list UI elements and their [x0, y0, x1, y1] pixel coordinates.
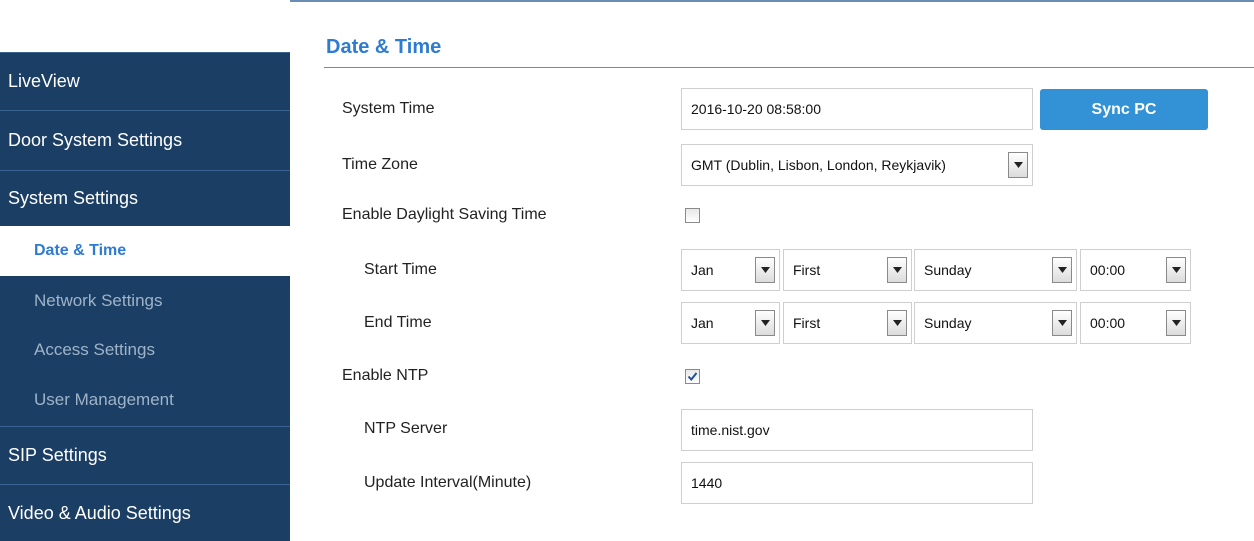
- end-week-select[interactable]: First: [783, 302, 912, 344]
- start-month-value: Jan: [691, 262, 714, 278]
- start-week-value: First: [793, 262, 821, 278]
- system-time-label: System Time: [342, 100, 435, 117]
- sidebar-item-label: SIP Settings: [8, 445, 107, 465]
- chevron-down-icon[interactable]: [887, 257, 907, 283]
- sidebar-item-system-settings[interactable]: System Settings: [0, 170, 290, 226]
- start-week-select[interactable]: First: [783, 249, 912, 291]
- ntp-server-field[interactable]: time.nist.gov: [681, 409, 1033, 451]
- chevron-down-icon[interactable]: [1052, 310, 1072, 336]
- time-zone-label: Time Zone: [342, 156, 418, 173]
- sidebar-item-label: Date & Time: [34, 242, 127, 259]
- end-week-value: First: [793, 315, 821, 331]
- sidebar-item-door-system-settings[interactable]: Door System Settings: [0, 110, 290, 170]
- time-zone-value: GMT (Dublin, Lisbon, London, Reykjavik): [691, 157, 946, 173]
- chevron-down-icon[interactable]: [1008, 152, 1028, 178]
- ntp-checkbox[interactable]: [685, 369, 700, 384]
- end-day-select[interactable]: Sunday: [914, 302, 1077, 344]
- chevron-down-icon[interactable]: [755, 310, 775, 336]
- ntp-server-label: NTP Server: [364, 420, 448, 437]
- sidebar-item-user-management[interactable]: User Management: [0, 374, 290, 426]
- chevron-down-icon[interactable]: [755, 257, 775, 283]
- title-divider: [324, 67, 1254, 68]
- sidebar-item-label: System Settings: [8, 188, 139, 208]
- check-icon: [687, 372, 698, 382]
- start-day-select[interactable]: Sunday: [914, 249, 1077, 291]
- sidebar-item-label: LiveView: [8, 71, 80, 91]
- dst-label: Enable Daylight Saving Time: [342, 206, 547, 223]
- dst-checkbox[interactable]: [685, 208, 700, 223]
- end-time-select[interactable]: 00:00: [1080, 302, 1191, 344]
- end-month-value: Jan: [691, 315, 714, 331]
- sidebar-item-sip-settings[interactable]: SIP Settings: [0, 426, 290, 484]
- sidebar-item-label: Video & Audio Settings: [8, 502, 191, 523]
- sync-pc-button[interactable]: Sync PC: [1040, 89, 1208, 130]
- start-time-value: 00:00: [1090, 262, 1126, 278]
- end-month-select[interactable]: Jan: [681, 302, 780, 344]
- chevron-down-icon[interactable]: [887, 310, 907, 336]
- sidebar-item-label: Access Settings: [34, 340, 155, 359]
- sidebar: LiveView Door System Settings System Set…: [0, 0, 290, 541]
- end-day-value: Sunday: [924, 315, 972, 331]
- sidebar-item-video-audio-settings[interactable]: Video & Audio Settings: [0, 484, 290, 541]
- start-time-label: Start Time: [364, 261, 437, 278]
- time-zone-select[interactable]: GMT (Dublin, Lisbon, London, Reykjavik): [681, 144, 1033, 186]
- sidebar-item-liveview[interactable]: LiveView: [0, 52, 290, 110]
- sidebar-item-access-settings[interactable]: Access Settings: [0, 326, 290, 374]
- sidebar-item-label: User Management: [34, 390, 174, 409]
- start-month-select[interactable]: Jan: [681, 249, 780, 291]
- end-time-value: 00:00: [1090, 315, 1126, 331]
- page-title: Date & Time: [326, 36, 442, 58]
- sidebar-item-label: Door System Settings: [8, 130, 183, 150]
- sidebar-item-label: Network Settings: [34, 291, 163, 310]
- start-time-select[interactable]: 00:00: [1080, 249, 1191, 291]
- sidebar-item-date-time[interactable]: Date & Time: [0, 226, 290, 276]
- end-time-label: End Time: [364, 314, 432, 331]
- sidebar-item-network-settings[interactable]: Network Settings: [0, 276, 290, 326]
- chevron-down-icon[interactable]: [1166, 310, 1186, 336]
- update-interval-label: Update Interval(Minute): [364, 474, 532, 491]
- start-day-value: Sunday: [924, 262, 972, 278]
- ntp-label: Enable NTP: [342, 367, 429, 384]
- chevron-down-icon[interactable]: [1052, 257, 1072, 283]
- system-time-field[interactable]: 2016-10-20 08:58:00: [681, 88, 1033, 130]
- chevron-down-icon[interactable]: [1166, 257, 1186, 283]
- update-interval-field[interactable]: 1440: [681, 462, 1033, 504]
